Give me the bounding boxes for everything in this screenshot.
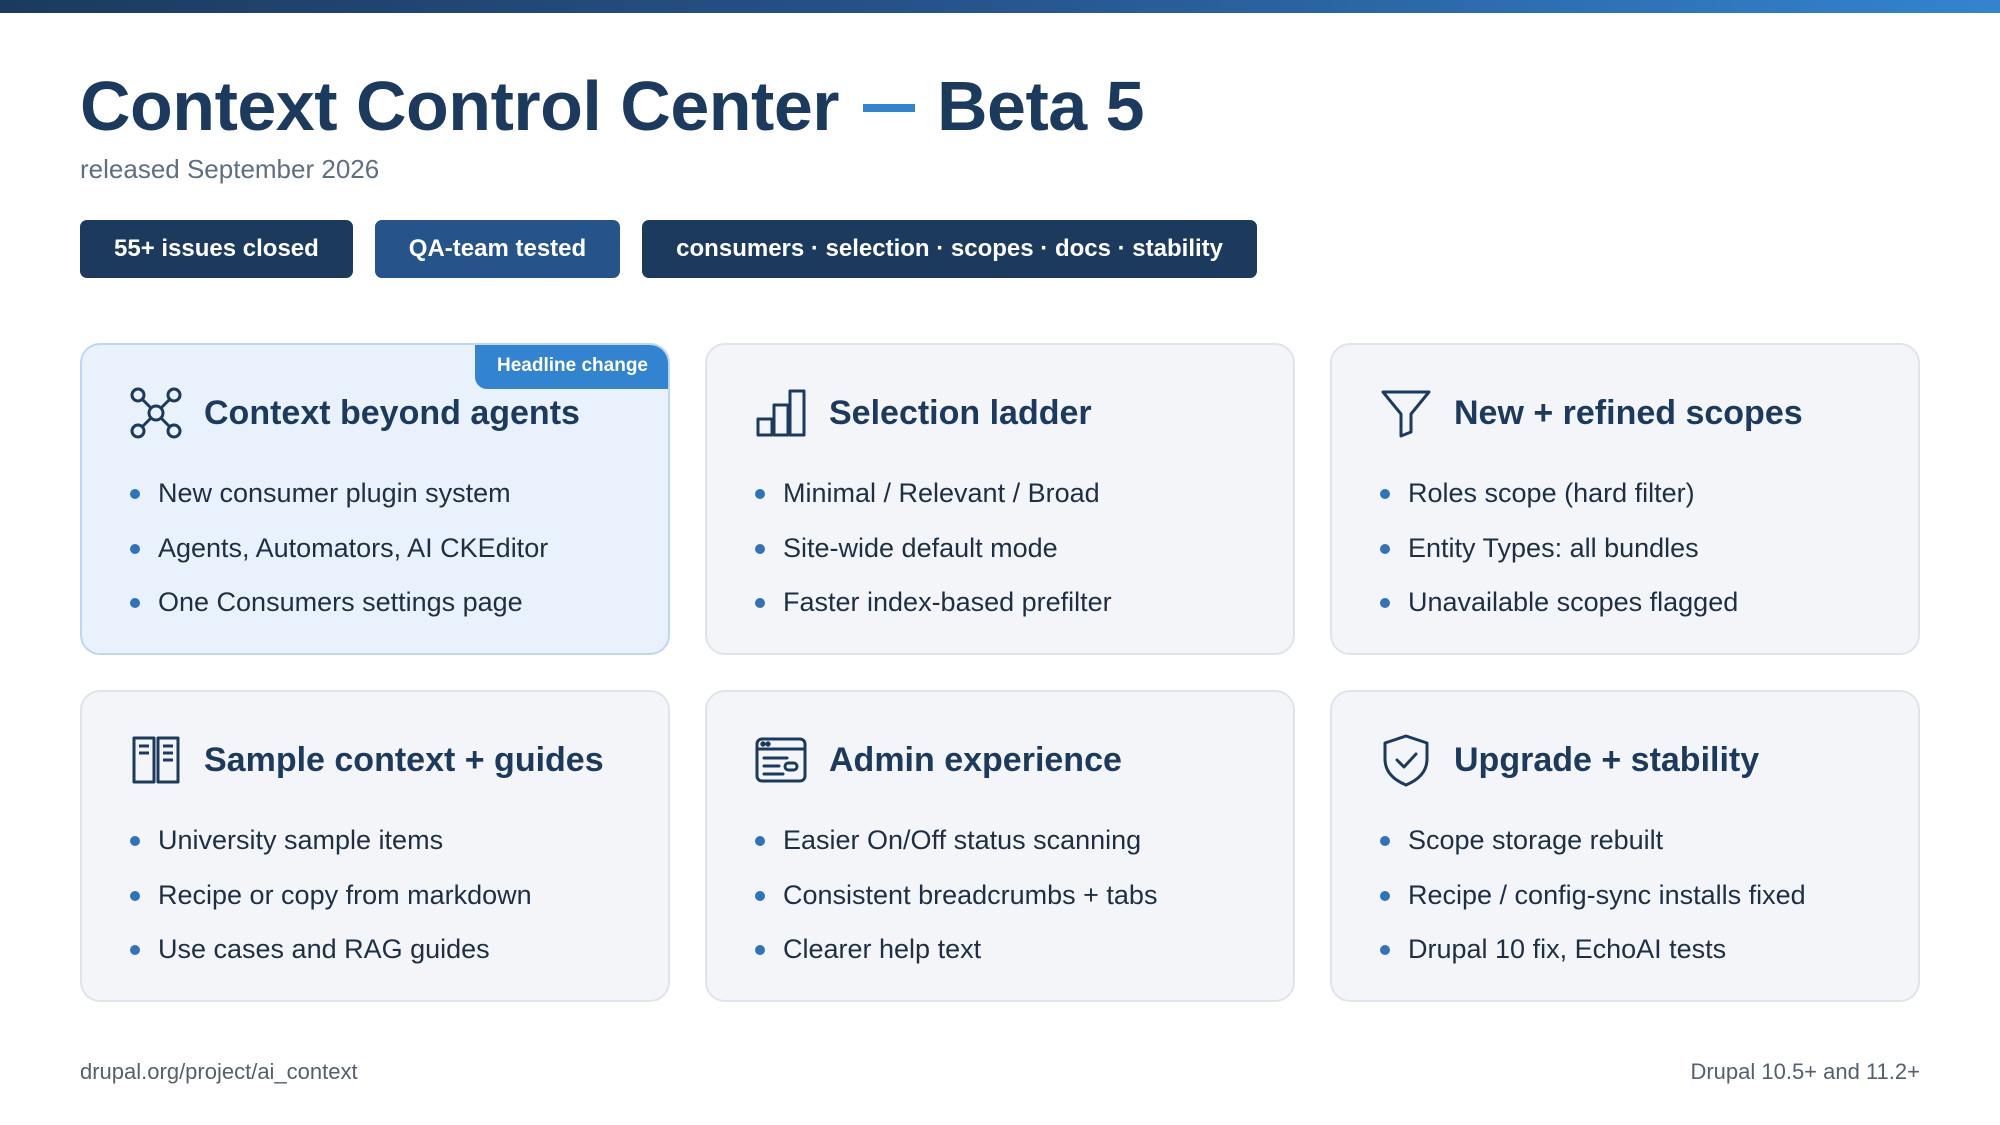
network-icon xyxy=(128,385,184,441)
list-item: Site-wide default mode xyxy=(755,531,1112,586)
shield-check-icon xyxy=(1378,732,1434,788)
feature-list: Scope storage rebuilt Recipe / config-sy… xyxy=(1380,823,1806,987)
card-title: Context beyond agents xyxy=(204,393,580,432)
title-dash xyxy=(863,103,915,112)
list-item: Drupal 10 fix, EchoAI tests xyxy=(1380,932,1806,987)
card-admin-experience: Admin experience Easier On/Off status sc… xyxy=(705,690,1295,1002)
page-title: Context Control Center Beta 5 xyxy=(80,64,1145,148)
title-version: Beta 5 xyxy=(937,67,1145,145)
list-item: Roles scope (hard filter) xyxy=(1380,476,1738,531)
list-item: Minimal / Relevant / Broad xyxy=(755,476,1112,531)
compatibility-note: Drupal 10.5+ and 11.2+ xyxy=(1690,1059,1920,1084)
project-link[interactable]: drupal.org/project/ai_context xyxy=(80,1059,358,1085)
filter-icon xyxy=(1378,385,1434,441)
card-sample-context-guides: Sample context + guides University sampl… xyxy=(80,690,670,1002)
feature-grid: Headline change Context beyond agents Ne… xyxy=(80,343,1920,1002)
top-accent-bar xyxy=(0,0,2000,13)
list-item: Recipe or copy from markdown xyxy=(130,878,532,933)
card-title: Sample context + guides xyxy=(204,740,604,779)
list-item: Recipe / config-sync installs fixed xyxy=(1380,878,1806,933)
issues-closed-pill: 55+ issues closed xyxy=(80,220,353,278)
bar-chart-icon xyxy=(753,385,809,441)
title-main: Context Control Center xyxy=(80,67,840,145)
headline-change-badge: Headline change xyxy=(475,345,668,389)
summary-pills: 55+ issues closed QA-team tested consume… xyxy=(80,220,1257,278)
feature-list: New consumer plugin system Agents, Autom… xyxy=(130,476,548,640)
list-item: Consistent breadcrumbs + tabs xyxy=(755,878,1157,933)
admin-window-icon xyxy=(753,732,809,788)
list-item: Entity Types: all bundles xyxy=(1380,531,1738,586)
feature-list: Roles scope (hard filter) Entity Types: … xyxy=(1380,476,1738,640)
feature-list: Minimal / Relevant / Broad Site-wide def… xyxy=(755,476,1112,640)
card-context-beyond-agents: Headline change Context beyond agents Ne… xyxy=(80,343,670,655)
card-title: Admin experience xyxy=(829,740,1122,779)
card-selection-ladder: Selection ladder Minimal / Relevant / Br… xyxy=(705,343,1295,655)
list-item: One Consumers settings page xyxy=(130,585,548,640)
card-title: Upgrade + stability xyxy=(1454,740,1760,779)
areas-pill: consumers · selection · scopes · docs · … xyxy=(642,220,1257,278)
list-item: Clearer help text xyxy=(755,932,1157,987)
card-upgrade-stability: Upgrade + stability Scope storage rebuil… xyxy=(1330,690,1920,1002)
feature-list: Easier On/Off status scanning Consistent… xyxy=(755,823,1157,987)
list-item: University sample items xyxy=(130,823,532,878)
qa-tested-pill: QA-team tested xyxy=(374,220,621,278)
list-item: New consumer plugin system xyxy=(130,476,548,531)
card-new-refined-scopes: New + refined scopes Roles scope (hard f… xyxy=(1330,343,1920,655)
list-item: Faster index-based prefilter xyxy=(755,585,1112,640)
list-item: Agents, Automators, AI CKEditor xyxy=(130,531,548,586)
release-date: released September 2026 xyxy=(80,154,380,184)
list-item: Scope storage rebuilt xyxy=(1380,823,1806,878)
card-title: Selection ladder xyxy=(829,393,1092,432)
card-title: New + refined scopes xyxy=(1454,393,1803,432)
book-icon xyxy=(128,732,184,788)
list-item: Unavailable scopes flagged xyxy=(1380,585,1738,640)
list-item: Use cases and RAG guides xyxy=(130,932,532,987)
list-item: Easier On/Off status scanning xyxy=(755,823,1157,878)
feature-list: University sample items Recipe or copy f… xyxy=(130,823,532,987)
